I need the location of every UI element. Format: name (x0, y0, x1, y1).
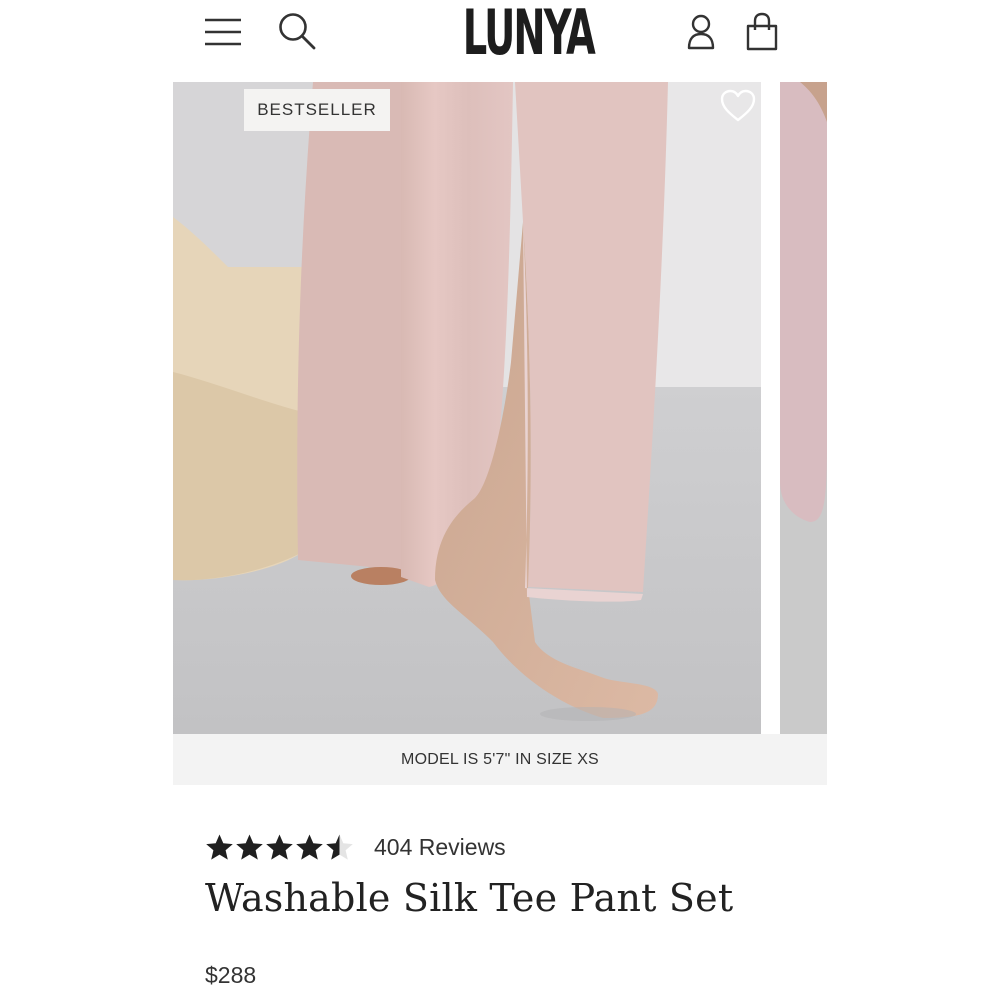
menu-icon[interactable] (203, 14, 243, 50)
star-icon (326, 834, 353, 860)
star-icon (296, 834, 323, 860)
heart-icon[interactable] (719, 88, 757, 124)
next-photo-illustration (780, 82, 827, 734)
reviews-link[interactable]: 404 Reviews (374, 834, 506, 861)
product-photo-illustration (173, 82, 761, 734)
search-icon[interactable] (276, 10, 318, 52)
star-icon (266, 834, 293, 860)
product-image-carousel[interactable]: BESTSELLER MODEL IS 5'7" IN SIZE XS (173, 82, 827, 785)
product-title: Washable Silk Tee Pant Set (205, 876, 734, 920)
brand-logo[interactable]: LUNYA (463, 0, 596, 68)
star-icon (206, 834, 233, 860)
account-icon[interactable] (684, 12, 718, 52)
product-price: $288 (205, 962, 257, 988)
bestseller-badge: BESTSELLER (244, 89, 390, 131)
product-rating[interactable]: 404 Reviews (205, 832, 506, 862)
shopping-bag-icon[interactable] (744, 12, 780, 52)
star-icon (236, 834, 263, 860)
next-product-image[interactable] (780, 82, 827, 734)
product-image[interactable]: BESTSELLER (173, 82, 761, 734)
site-header: LUNYA (0, 0, 1000, 80)
star-rating (205, 833, 354, 861)
model-size-caption: MODEL IS 5'7" IN SIZE XS (173, 734, 827, 785)
